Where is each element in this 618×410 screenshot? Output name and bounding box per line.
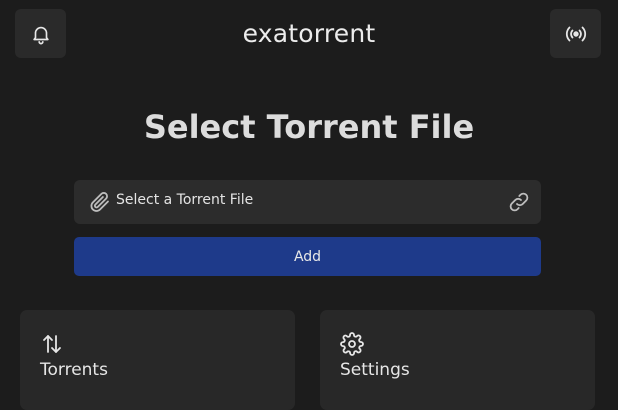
- add-button[interactable]: Add: [74, 237, 541, 276]
- page-title: Select Torrent File: [143, 108, 475, 146]
- gear-icon: [340, 332, 364, 356]
- app-title: exatorrent: [242, 19, 376, 48]
- settings-card-label: Settings: [340, 360, 410, 380]
- arrows-up-down-icon: [40, 332, 64, 356]
- torrent-file-input[interactable]: Select a Torrent File: [74, 180, 541, 224]
- paperclip-icon: [88, 190, 112, 214]
- link-icon[interactable]: [507, 190, 531, 214]
- broadcast-icon: [564, 22, 588, 46]
- torrents-card-label: Torrents: [40, 360, 108, 380]
- torrents-card[interactable]: Torrents: [20, 310, 295, 410]
- broadcast-button[interactable]: [550, 9, 601, 58]
- settings-card[interactable]: Settings: [320, 310, 595, 410]
- file-input-placeholder: Select a Torrent File: [116, 192, 254, 208]
